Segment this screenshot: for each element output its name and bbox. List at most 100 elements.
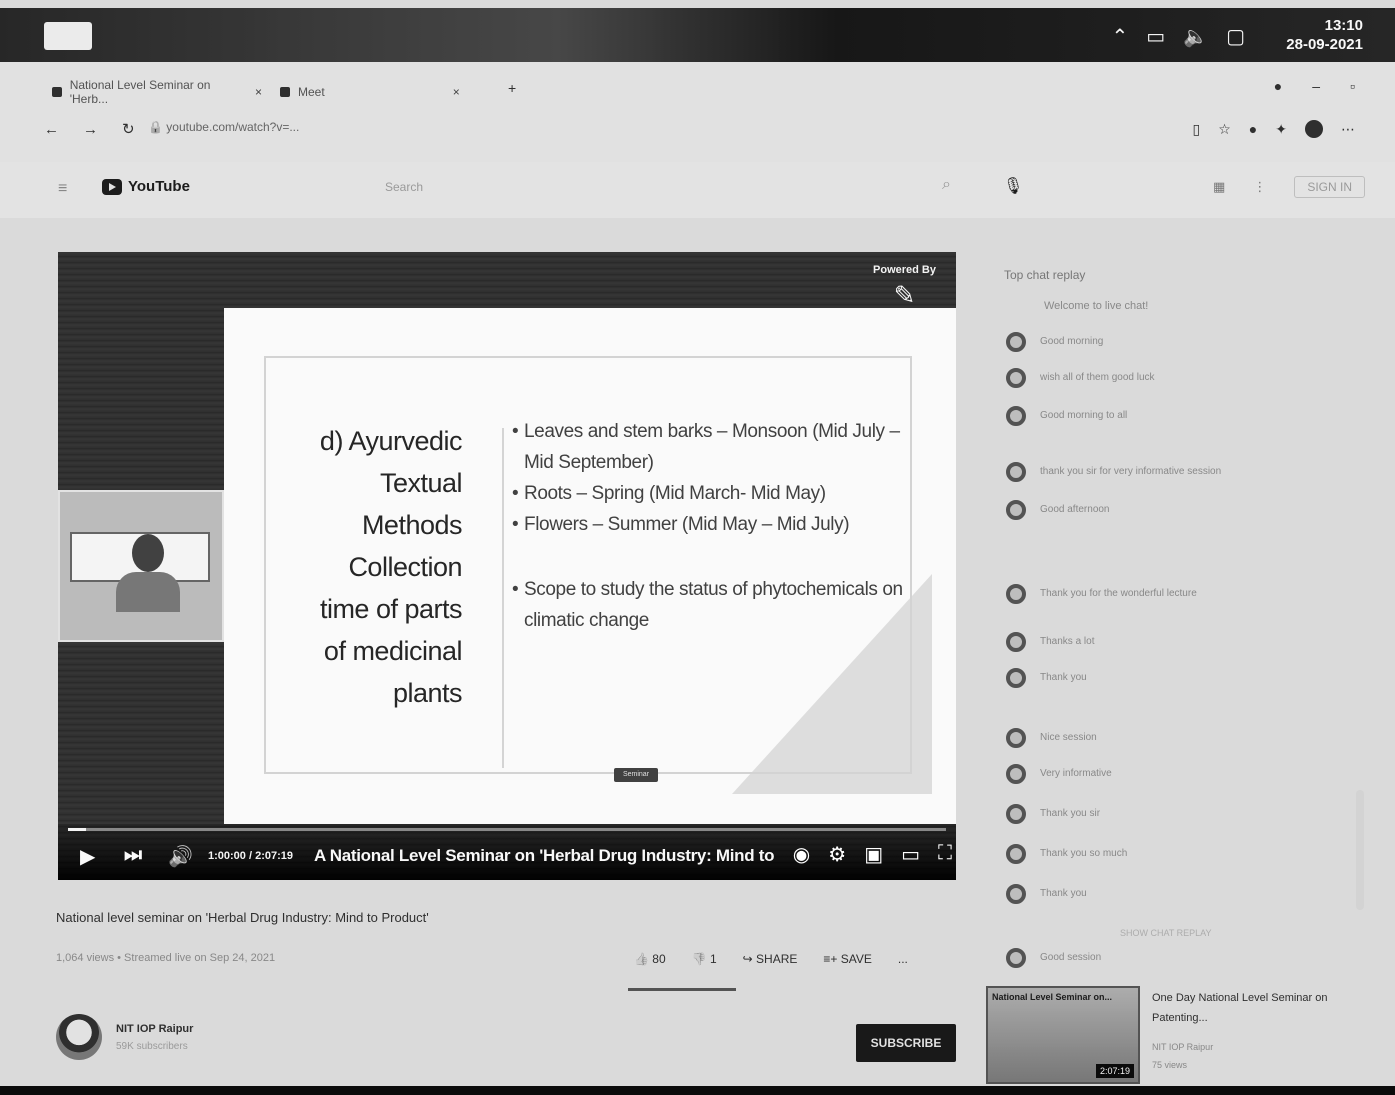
dislike-button[interactable]: 👎 1 <box>692 952 717 966</box>
reload-icon[interactable]: ↻ <box>122 120 135 138</box>
chat-author-avatar[interactable] <box>1006 500 1026 520</box>
extension-icon[interactable]: ● <box>1249 121 1257 137</box>
puzzle-icon[interactable]: ✦ <box>1275 121 1287 138</box>
start-button[interactable] <box>44 22 92 50</box>
network-icon[interactable]: ▭ <box>1146 24 1165 49</box>
slide-title-line: of medicinal <box>323 636 463 666</box>
chat-message-text: Thank you so much <box>1040 848 1128 859</box>
browser-tab-youtube[interactable]: National Level Seminar on 'Herb... × <box>52 78 262 106</box>
chat-header[interactable]: Top chat replay <box>1004 268 1085 282</box>
chat-author-avatar[interactable] <box>1006 728 1026 748</box>
chat-author-avatar[interactable] <box>1006 884 1026 904</box>
live-chat-replay: Top chat replay Welcome to live chat! Go… <box>990 248 1350 968</box>
search-icon[interactable]: ⌕ <box>942 176 951 194</box>
progress-bar[interactable] <box>68 828 946 831</box>
more-actions-button[interactable]: ... <box>898 952 908 966</box>
video-player[interactable]: Powered By ✎ d) Ayurvedic Textual Method… <box>58 252 956 880</box>
settings-gear-icon[interactable]: ⚙ <box>828 842 846 867</box>
share-icon: ↪ <box>742 952 753 966</box>
save-button[interactable]: ≡+ SAVE <box>823 952 871 966</box>
back-arrow-icon[interactable]: ← <box>44 121 59 138</box>
maximize-icon[interactable]: ▫ <box>1350 78 1355 94</box>
chat-author-avatar[interactable] <box>1006 668 1026 688</box>
channel-name[interactable]: NIT IOP Raipur <box>116 1023 193 1035</box>
like-bar <box>628 988 736 991</box>
chat-author-avatar[interactable] <box>1006 632 1026 652</box>
slide-title-line: plants <box>392 678 463 708</box>
sign-in-button[interactable]: SIGN IN <box>1294 176 1365 198</box>
chat-author-avatar[interactable] <box>1006 368 1026 388</box>
chat-author-avatar[interactable] <box>1006 462 1026 482</box>
video-actions: 👍 80 👎 1 ↪ SHARE ≡+ SAVE ... <box>628 952 908 991</box>
duration-badge: 2:07:19 <box>1096 1064 1135 1078</box>
tab-label: National Level Seminar on 'Herb... <box>69 78 211 106</box>
url-text: youtube.com/watch?v=... <box>166 120 300 134</box>
chat-message: Good session <box>1006 948 1346 968</box>
play-icon[interactable]: ▶ <box>80 844 95 869</box>
clock-time: 13:10 <box>1324 17 1363 34</box>
recommended-thumbnail[interactable]: National Level Seminar on... 2:07:19 <box>986 986 1140 1084</box>
chat-author-avatar[interactable] <box>1006 804 1026 824</box>
next-track-icon[interactable]: ⏭ <box>124 844 142 867</box>
recommended-meta: NIT IOP Raipur 75 views <box>1152 1038 1213 1074</box>
save-label: SAVE <box>840 952 872 966</box>
taskbar-clock[interactable]: 13:10 28-09-2021 <box>1286 16 1363 54</box>
clock-date: 28-09-2021 <box>1286 36 1363 53</box>
star-icon[interactable]: ☆ <box>1218 121 1231 138</box>
chat-message: thank you sir for very informative sessi… <box>1006 462 1346 482</box>
slide-title: d) Ayurvedic Textual Methods Collection … <box>300 420 463 714</box>
autoplay-toggle-icon[interactable]: ◉ <box>793 842 810 867</box>
channel-avatar[interactable] <box>56 1014 102 1060</box>
record-icon[interactable]: ● <box>1274 78 1282 94</box>
forward-arrow-icon[interactable]: → <box>83 121 98 138</box>
notification-icon[interactable]: ▢ <box>1226 24 1245 49</box>
chat-author-avatar[interactable] <box>1006 584 1026 604</box>
share-label: SHARE <box>756 952 798 966</box>
chat-author-avatar[interactable] <box>1006 764 1026 784</box>
volume-icon[interactable]: 🔊 <box>168 844 193 869</box>
youtube-play-icon <box>102 178 122 195</box>
cast-icon[interactable]: ▯ <box>1193 121 1201 138</box>
recommended-title[interactable]: One Day National Level Seminar on Patent… <box>1152 988 1352 1028</box>
kebab-menu-icon[interactable]: ⋯ <box>1341 121 1355 138</box>
miniplayer-icon[interactable]: ▣ <box>864 842 883 867</box>
thumbs-up-icon: 👍 <box>634 952 649 966</box>
chat-author-avatar[interactable] <box>1006 406 1026 426</box>
youtube-favicon-icon <box>52 87 62 97</box>
new-tab-plus-icon[interactable]: + <box>508 80 516 96</box>
address-bar[interactable]: 🔒 youtube.com/watch?v=... <box>148 120 299 134</box>
chat-show-more[interactable]: SHOW CHAT REPLAY <box>1120 928 1212 938</box>
apps-grid-icon[interactable]: ▦ <box>1213 179 1225 195</box>
fullscreen-icon[interactable]: ⛶ <box>938 842 952 867</box>
youtube-logo[interactable]: YouTube <box>102 178 190 195</box>
chevron-up-icon[interactable]: ⌃ <box>1112 24 1129 49</box>
slide-title-line: Methods <box>361 510 463 540</box>
recommended-video[interactable]: National Level Seminar on... 2:07:19 One… <box>986 986 1366 1086</box>
search-input[interactable]: Search <box>385 180 967 204</box>
subscribe-button[interactable]: SUBSCRIBE <box>856 1024 956 1062</box>
chat-scrollbar[interactable] <box>1356 790 1364 910</box>
like-button[interactable]: 👍 80 <box>634 952 666 966</box>
nav-buttons: ← → ↻ <box>44 120 135 139</box>
presenter-head <box>132 534 164 572</box>
hamburger-menu-icon[interactable]: ≡ <box>58 180 67 198</box>
browser-tab-meet[interactable]: Meet × <box>280 78 490 106</box>
chat-author-avatar[interactable] <box>1006 948 1026 968</box>
window-controls: ● – ▫ <box>1274 78 1355 94</box>
theater-mode-icon[interactable]: ▭ <box>901 842 920 867</box>
chat-message: Nice session <box>1006 728 1346 748</box>
chat-author-avatar[interactable] <box>1006 844 1026 864</box>
tab-close-icon[interactable]: × <box>255 85 262 99</box>
tab-close-icon[interactable]: × <box>453 85 460 99</box>
volume-icon[interactable]: 🔈 <box>1183 24 1208 49</box>
chat-message-text: Thank you for the wonderful lecture <box>1040 588 1197 599</box>
presentation-slide: d) Ayurvedic Textual Methods Collection … <box>224 308 956 824</box>
more-vert-icon[interactable]: ⋮ <box>1253 179 1266 195</box>
chat-author-avatar[interactable] <box>1006 332 1026 352</box>
system-tray: ⌃ ▭ 🔈 ▢ <box>1112 24 1245 49</box>
chat-message: Good morning <box>1006 332 1346 352</box>
microphone-icon[interactable]: 🎙 <box>1003 176 1023 196</box>
minimize-icon[interactable]: – <box>1312 78 1320 94</box>
profile-avatar[interactable] <box>1305 120 1323 138</box>
share-button[interactable]: ↪ SHARE <box>743 952 798 966</box>
